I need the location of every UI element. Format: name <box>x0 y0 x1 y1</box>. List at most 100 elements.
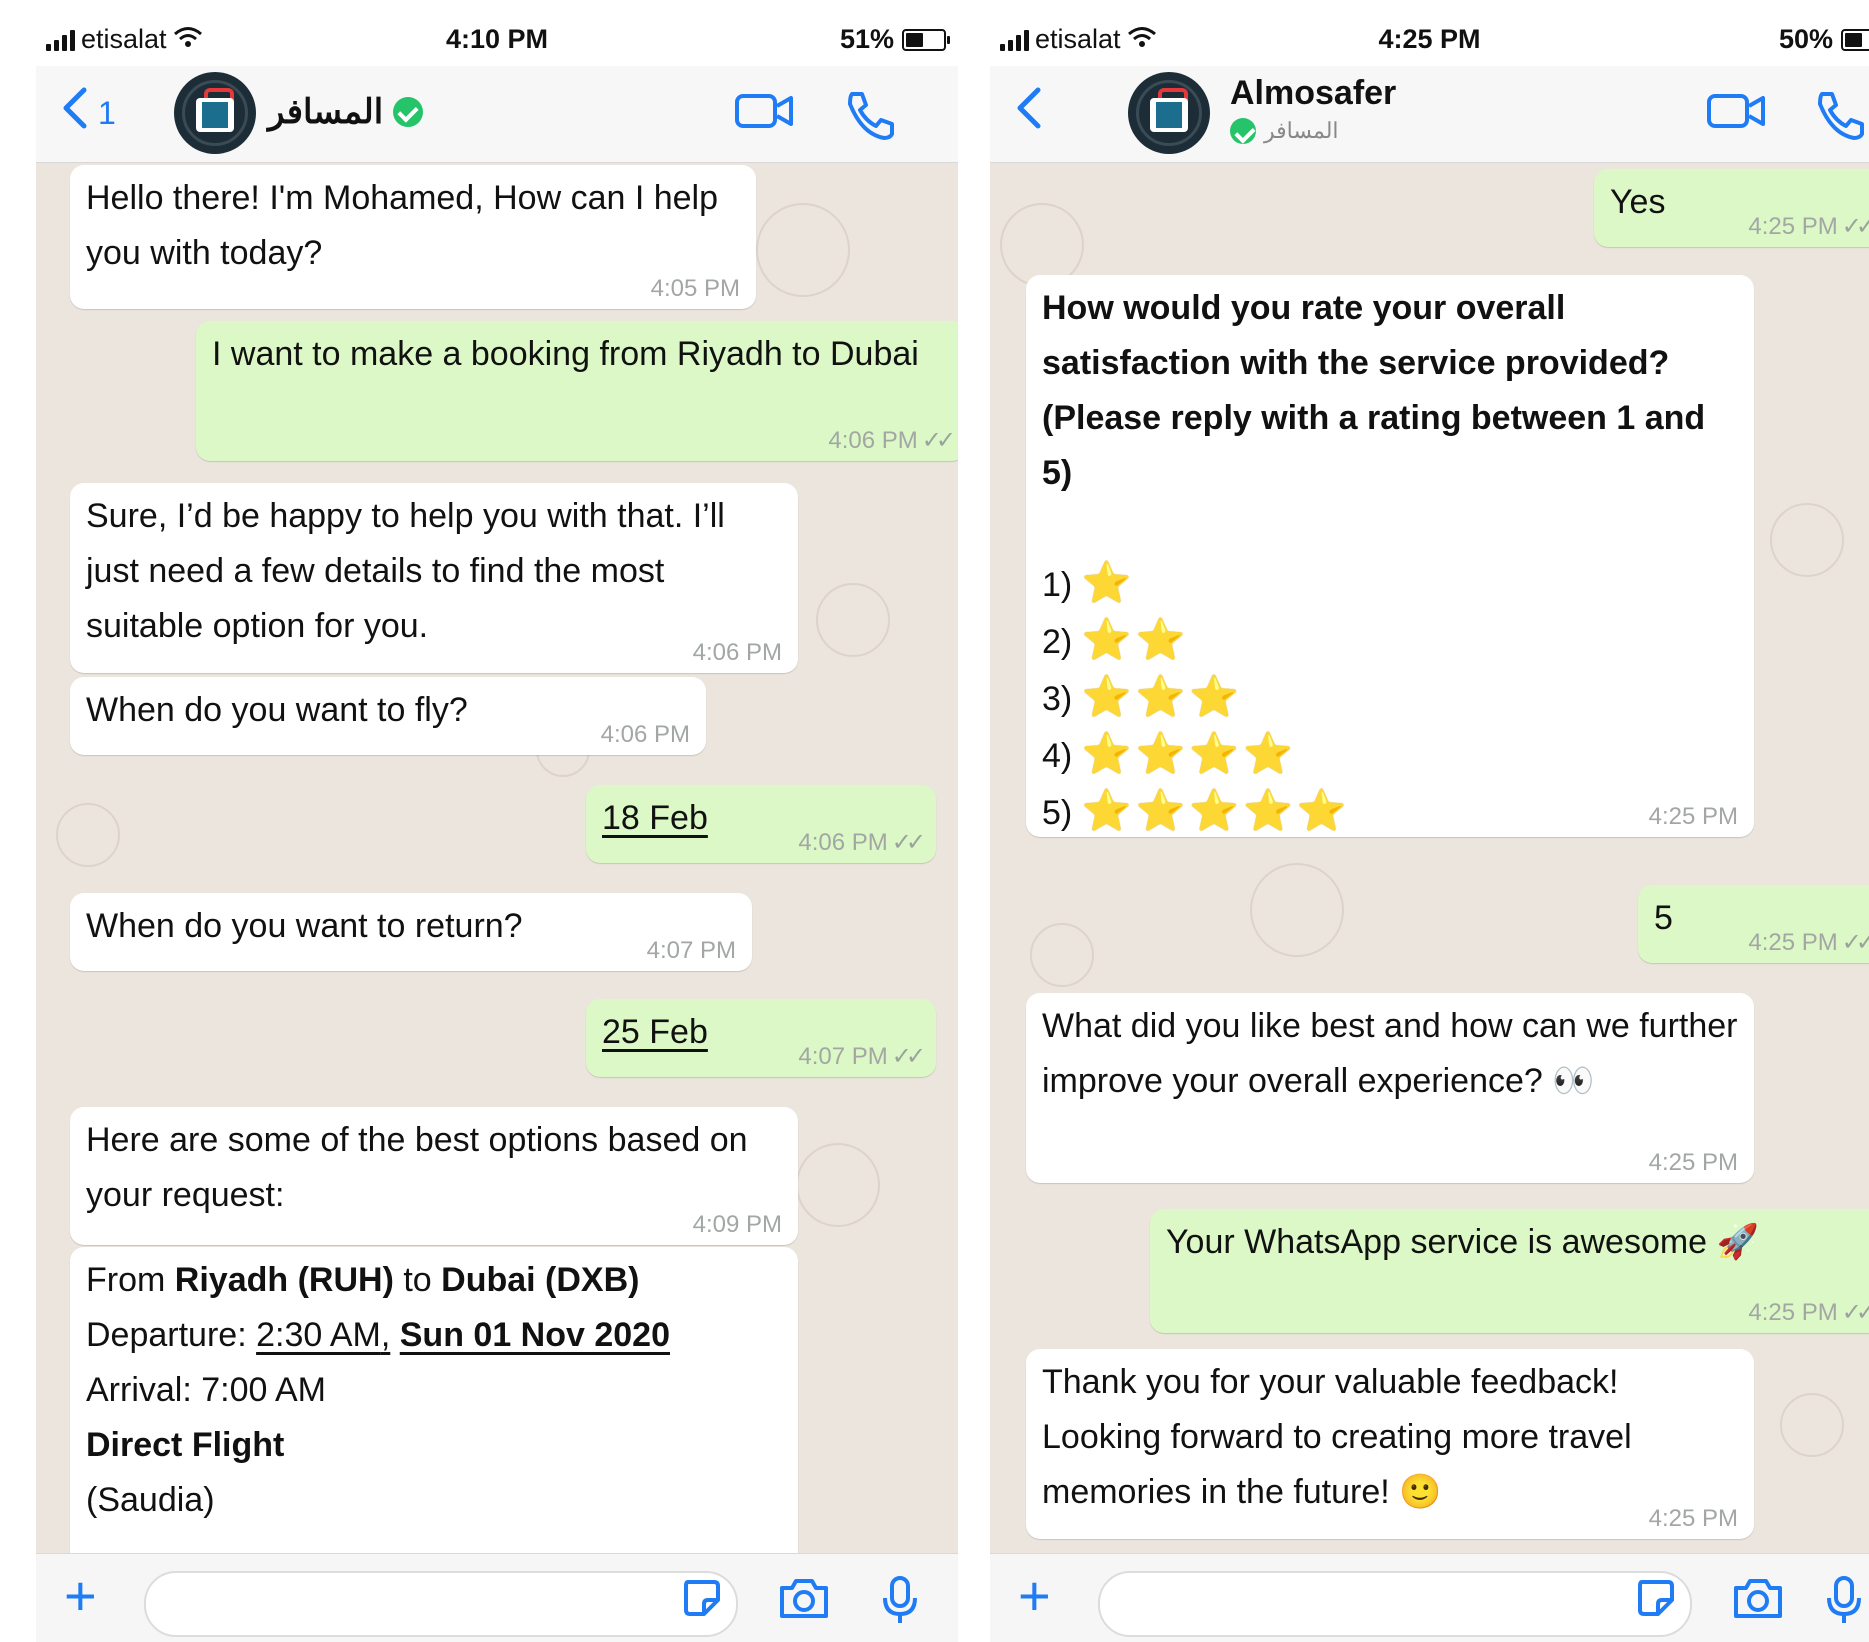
read-receipt-icon: ✓✓ <box>891 1043 926 1070</box>
rating-option-label: 3) <box>1042 680 1073 718</box>
contact-name[interactable]: Almosafer <box>1230 74 1396 113</box>
sticker-button[interactable] <box>680 1576 724 1625</box>
message-text: I want to make a booking from Riyadh to … <box>212 335 919 373</box>
voice-call-button[interactable] <box>842 88 898 144</box>
flight-departure: Departure: 2:30 AM, Sun 01 Nov 2020 <box>86 1308 782 1363</box>
back-button[interactable] <box>1012 84 1046 142</box>
camera-icon <box>778 1579 830 1624</box>
departure-separator: , <box>380 1316 391 1354</box>
message-time: 4:09 PM <box>692 1211 782 1238</box>
message-input[interactable] <box>144 1571 738 1637</box>
message-text: Hello there! I'm Mohamed, How can I help… <box>86 179 719 272</box>
message-bubble-outgoing[interactable]: Your WhatsApp service is awesome 🚀 4:25 … <box>1150 1209 1869 1333</box>
date-link[interactable]: 25 Feb <box>602 1013 708 1051</box>
message-time: 4:25 PM <box>1748 213 1838 240</box>
message-list[interactable]: Hello there! I'm Mohamed, How can I help… <box>36 163 958 1553</box>
star-rating-icon: ⭐ <box>1081 561 1136 605</box>
message-bubble-incoming[interactable]: Here are some of the best options based … <box>70 1107 798 1245</box>
date-link[interactable]: 18 Feb <box>602 799 708 837</box>
message-text: How would you rate your overall satisfac… <box>1042 289 1706 492</box>
chat-header: 1 المسافر <box>36 66 958 163</box>
clock: 4:10 PM <box>445 24 549 54</box>
message-time: 4:25 PM <box>1748 1299 1838 1326</box>
flight-option-card[interactable]: From Riyadh (RUH) to Dubai (DXB) Departu… <box>70 1247 798 1553</box>
message-bubble-outgoing[interactable]: 5 4:25 PM ✓✓ <box>1638 885 1869 963</box>
flight-route: From Riyadh (RUH) to Dubai (DXB) <box>86 1253 782 1308</box>
right-phone-screen: etisalat 4:25 PM 50% Almosafer المسافر Y… <box>990 0 1869 1642</box>
attach-button[interactable]: + <box>64 1568 97 1624</box>
rating-option: 5) ⭐⭐⭐⭐⭐ <box>1042 784 1738 841</box>
star-rating-icon: ⭐⭐⭐ <box>1081 675 1244 719</box>
status-bar: etisalat 4:25 PM 50% <box>990 14 1869 66</box>
contact-title[interactable]: المسافر <box>268 92 424 132</box>
message-bubble-outgoing[interactable]: 25 Feb 4:07 PM ✓✓ <box>586 999 936 1077</box>
battery-icon <box>902 28 950 51</box>
camera-button[interactable] <box>1732 1576 1784 1625</box>
sticker-button[interactable] <box>1634 1576 1678 1625</box>
rating-option-label: 4) <box>1042 737 1073 775</box>
video-call-button[interactable] <box>734 88 796 132</box>
message-bubble-outgoing[interactable]: I want to make a booking from Riyadh to … <box>196 321 958 461</box>
message-time: 4:25 PM <box>1648 803 1738 830</box>
status-bar: etisalat 4:10 PM 51% <box>36 14 958 66</box>
message-time: 4:06 PM <box>692 639 782 666</box>
star-rating-icon: ⭐⭐ <box>1081 618 1190 662</box>
left-phone-screen: etisalat 4:10 PM 51% 1 المسافر Hello the… <box>36 0 958 1642</box>
voice-call-button[interactable] <box>1812 88 1868 144</box>
message-input-bar: + <box>990 1553 1869 1642</box>
battery-indicator: 50% <box>1779 24 1869 55</box>
flight-type: Direct Flight <box>86 1426 285 1464</box>
message-time: 4:25 PM <box>1748 929 1838 956</box>
message-input-bar: + <box>36 1553 958 1642</box>
video-call-button[interactable] <box>1706 88 1768 132</box>
message-text: Your WhatsApp service is awesome 🚀 <box>1166 1223 1759 1261</box>
message-text: Sure, I’d be happy to help you with that… <box>86 497 725 645</box>
message-bubble-incoming[interactable]: What did you like best and how can we fu… <box>1026 993 1754 1183</box>
contact-subtitle: المسافر <box>1230 118 1339 144</box>
message-input[interactable] <box>1098 1571 1692 1637</box>
rating-question-bubble[interactable]: How would you rate your overall satisfac… <box>1026 275 1754 837</box>
flight-airline: (Saudia) <box>86 1481 215 1519</box>
departure-date-link[interactable]: Sun 01 Nov 2020 <box>400 1316 670 1354</box>
rating-option: 3) ⭐⭐⭐ <box>1042 670 1738 727</box>
avatar[interactable] <box>1128 72 1210 154</box>
message-text: When do you want to fly? <box>86 691 468 729</box>
message-bubble-outgoing[interactable]: Yes 4:25 PM ✓✓ <box>1594 169 1869 247</box>
departure-time-link[interactable]: 2:30 AM <box>256 1316 381 1354</box>
star-rating-icon: ⭐⭐⭐⭐⭐ <box>1081 789 1351 833</box>
message-text: Thank you for your valuable feedback! Lo… <box>1042 1363 1632 1511</box>
video-call-icon <box>734 88 796 132</box>
camera-button[interactable] <box>778 1576 830 1625</box>
voice-message-button[interactable] <box>1826 1576 1862 1631</box>
route-from-label: From <box>86 1261 166 1299</box>
back-chevron-icon <box>58 84 92 142</box>
message-bubble-incoming[interactable]: When do you want to fly? 4:06 PM <box>70 677 706 755</box>
plus-icon: + <box>64 1564 97 1627</box>
back-button[interactable]: 1 <box>58 84 116 142</box>
video-call-icon <box>1706 88 1768 132</box>
route-to-label: to <box>403 1261 432 1299</box>
message-text: Here are some of the best options based … <box>86 1121 748 1214</box>
chat-header: Almosafer المسافر <box>990 66 1869 163</box>
message-bubble-incoming[interactable]: Sure, I’d be happy to help you with that… <box>70 483 798 673</box>
read-receipt-icon: ✓✓ <box>891 829 926 856</box>
message-bubble-incoming[interactable]: Hello there! I'm Mohamed, How can I help… <box>70 165 756 309</box>
phone-call-icon <box>842 88 898 144</box>
message-bubble-incoming[interactable]: Thank you for your valuable feedback! Lo… <box>1026 1349 1754 1539</box>
message-text: Yes <box>1610 183 1666 221</box>
rating-option-label: 2) <box>1042 623 1073 661</box>
plus-icon: + <box>1018 1564 1051 1627</box>
message-time: 4:06 PM <box>798 829 888 856</box>
voice-message-button[interactable] <box>882 1576 918 1631</box>
attach-button[interactable]: + <box>1018 1568 1051 1624</box>
message-time: 4:06 PM <box>600 721 690 748</box>
message-bubble-outgoing[interactable]: 18 Feb 4:06 PM ✓✓ <box>586 785 936 863</box>
avatar[interactable] <box>174 72 256 154</box>
message-list[interactable]: Yes 4:25 PM ✓✓ How would you rate your ov… <box>990 163 1869 1553</box>
origin-airport: Riyadh (RUH) <box>174 1261 394 1299</box>
read-receipt-icon: ✓✓ <box>1841 929 1869 956</box>
message-time: 4:25 PM <box>1648 1505 1738 1532</box>
message-text: When do you want to return? <box>86 907 523 945</box>
message-bubble-incoming[interactable]: When do you want to return? 4:07 PM <box>70 893 752 971</box>
unread-count: 1 <box>98 94 116 131</box>
